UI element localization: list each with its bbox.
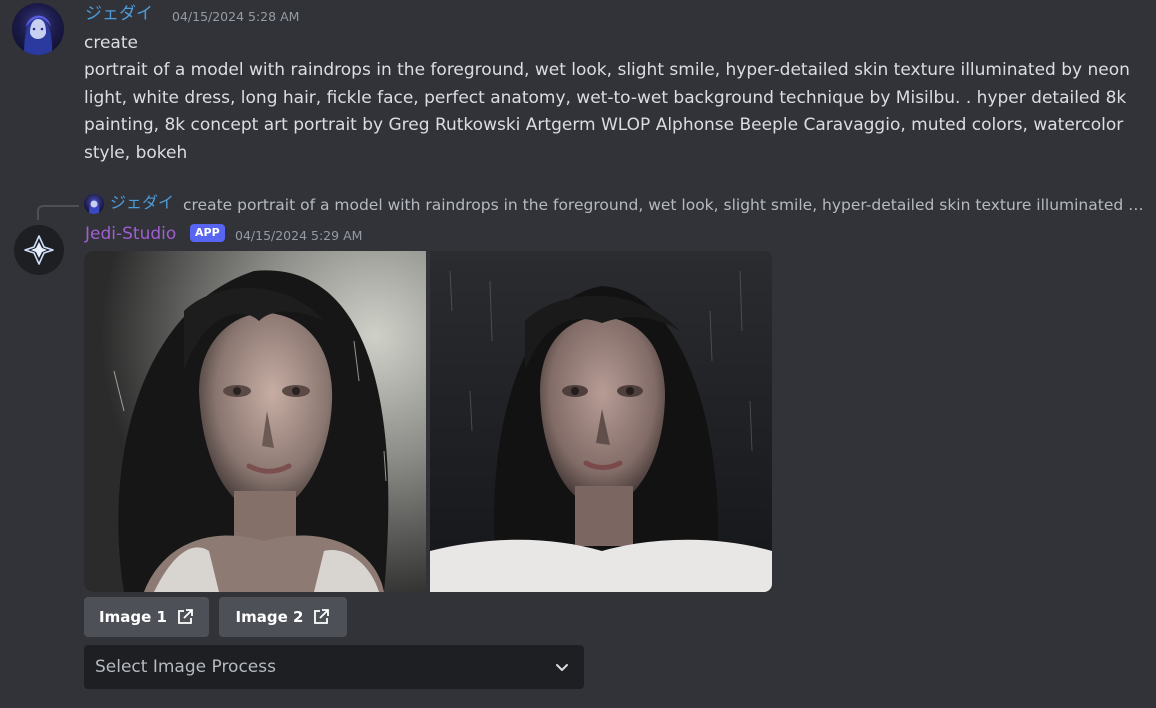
bot-logo-icon <box>24 235 54 265</box>
reply-spine <box>37 205 79 220</box>
user-avatar[interactable] <box>12 3 64 55</box>
select-placeholder: Select Image Process <box>95 657 276 677</box>
bot-username[interactable]: Jedi-Studio <box>85 223 176 245</box>
image-process-select[interactable]: Select Image Process <box>84 645 584 689</box>
portrait-image-2 <box>430 251 772 592</box>
message-username[interactable]: ジェダイ <box>85 3 153 25</box>
reply-avatar[interactable] <box>84 194 104 214</box>
image-1-link-button[interactable]: Image 1 <box>84 597 209 637</box>
bot-avatar[interactable] <box>14 225 64 275</box>
image-2-button-label: Image 2 <box>235 608 304 626</box>
generated-image-1[interactable] <box>84 251 426 592</box>
reply-username[interactable]: ジェダイ <box>110 192 174 214</box>
message-timestamp: 04/15/2024 5:28 AM <box>172 9 300 24</box>
generated-image-2[interactable] <box>430 251 772 592</box>
app-badge: APP <box>190 224 225 242</box>
bot-timestamp: 04/15/2024 5:29 AM <box>235 228 363 243</box>
message-prompt: portrait of a model with raindrops in th… <box>84 60 1130 163</box>
portrait-image-1 <box>84 251 426 592</box>
chevron-down-icon <box>556 664 568 671</box>
external-link-icon <box>314 609 330 624</box>
user-avatar-art <box>24 15 53 55</box>
image-1-button-label: Image 1 <box>99 608 167 626</box>
message-command: create <box>84 33 138 53</box>
reply-preview-text[interactable]: create portrait of a model with raindrop… <box>183 194 1148 216</box>
reply-avatar-art <box>89 199 100 214</box>
image-2-link-button[interactable]: Image 2 <box>219 597 347 637</box>
external-link-icon <box>178 609 193 624</box>
